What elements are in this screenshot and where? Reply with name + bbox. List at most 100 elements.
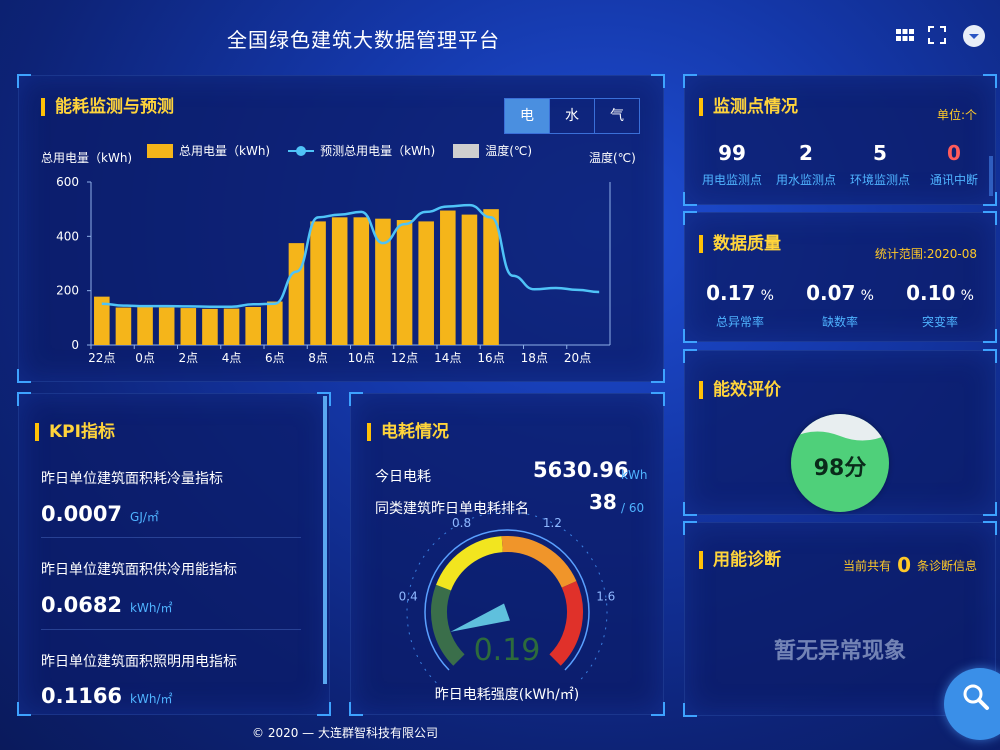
efficiency-panel: 能效评价 98分 — [683, 349, 997, 516]
bar — [158, 307, 175, 345]
quality-title: 数据质量 — [699, 235, 781, 253]
bar — [483, 209, 499, 345]
fullscreen-icon[interactable] — [928, 26, 950, 48]
gauge-needle — [450, 603, 510, 632]
stat-value: 99 — [718, 141, 746, 165]
scrollbar[interactable] — [989, 156, 993, 196]
bar — [245, 306, 261, 345]
search-fab-button[interactable] — [944, 668, 1000, 740]
diagnosis-empty-text: 暂无异常现象 — [773, 639, 906, 664]
top-bar: 全国绿色建筑大数据管理平台 — [0, 0, 1000, 74]
efficiency-score: 98分 — [813, 456, 867, 481]
stat-value-alert: 0 — [947, 141, 961, 165]
bar — [396, 220, 413, 345]
gauge-tick-label: 1.2 — [543, 516, 562, 530]
x-tick-label: 4点 — [222, 351, 242, 365]
bar — [331, 217, 348, 345]
kpi-title: KPI指标 — [35, 423, 115, 441]
monitor-stat: 5 环境监测点 — [843, 141, 917, 188]
x-tick-label: 22点 — [88, 351, 115, 365]
y-tick-label: 400 — [56, 229, 79, 243]
monitor-title: 监测点情况 — [699, 98, 798, 116]
y-tick-label: 0 — [71, 338, 79, 352]
power-panel: 电耗情况 今日电耗 5630.96 kWh 同类建筑昨日单电耗排名 38 / 6… — [349, 392, 665, 716]
stat-value: 5 — [873, 141, 887, 165]
bar — [353, 217, 370, 345]
x-tick-label: 16点 — [477, 351, 504, 365]
bar — [288, 243, 305, 345]
stat-value: 0.07 — [806, 281, 856, 305]
kpi-label: 昨日单位建筑面积供冷用能指标 — [41, 562, 237, 578]
grid-icon[interactable] — [895, 26, 917, 48]
kpi-label: 昨日单位建筑面积照明用电指标 — [41, 654, 237, 670]
monitor-stat: 2 用水监测点 — [769, 141, 843, 188]
stat-value: 2 — [799, 141, 813, 165]
quality-stats: 0.17 % 总异常率 0.07 % 缺数率 0.10 % 突变率 — [690, 281, 990, 330]
kpi-value: 0.0682 kWh/㎡ — [41, 593, 173, 617]
stat-label: 通讯中断 — [929, 173, 978, 187]
bar — [418, 221, 434, 345]
kpi-value: 0.0007 GJ/㎡ — [41, 502, 159, 526]
bar — [180, 308, 197, 345]
monitor-stat: 99 用电监测点 — [695, 141, 769, 188]
bar — [310, 221, 326, 345]
gauge-segment — [501, 536, 577, 588]
stat-value: 0.17 — [706, 281, 756, 305]
kpi-value: 0.1166 kWh/㎡ — [41, 684, 173, 708]
kpi-panel: KPI指标 昨日单位建筑面积耗冷量指标 0.0007 GJ/㎡ 昨日单位建筑面积供… — [17, 392, 331, 716]
app-title: 全国绿色建筑大数据管理平台 — [227, 28, 500, 52]
monitor-stat: 0 通讯中断 — [917, 141, 991, 188]
search-icon — [963, 684, 989, 710]
y-tick-label: 200 — [56, 284, 79, 298]
monitor-stats: 99 用电监测点 2 用水监测点 5 环境监测点 0 通讯中断 — [695, 141, 995, 188]
gauge-segment — [549, 581, 583, 666]
stat-label: 用电监测点 — [701, 173, 762, 187]
gauge-segment — [431, 584, 465, 666]
x-tick-label: 6点 — [265, 351, 285, 365]
diagnosis-title: 用能诊断 — [699, 551, 781, 569]
gauge-tick-label: 0.8 — [452, 516, 471, 530]
dropdown-icon[interactable] — [962, 24, 985, 47]
bar — [440, 210, 456, 345]
x-tick-label: 20点 — [564, 351, 591, 365]
diagnosis-summary: 当前共有 0 条诊断信息 — [843, 553, 977, 577]
stat-label: 缺数率 — [821, 315, 858, 329]
quality-stat: 0.07 % 缺数率 — [790, 281, 890, 330]
x-tick-label: 10点 — [348, 351, 375, 365]
diagnosis-count: 0 — [897, 553, 911, 577]
stat-label: 突变率 — [921, 315, 958, 329]
stat-label: 用水监测点 — [775, 173, 836, 187]
divider — [41, 629, 301, 630]
bar — [461, 214, 478, 345]
footer-copyright: © 2020 — 大连群智科技有限公司 — [252, 726, 438, 740]
stat-label: 总异常率 — [715, 315, 764, 329]
scrollbar[interactable] — [323, 396, 327, 684]
x-tick-label: 14点 — [434, 351, 461, 365]
efficiency-score-ball: 98分 — [791, 414, 889, 512]
bar — [202, 308, 218, 345]
gauge-tick-label: 0.4 — [399, 589, 418, 603]
stat-value: 0.10 — [906, 281, 956, 305]
bar — [137, 306, 153, 345]
x-tick-label: 8点 — [308, 351, 328, 365]
quality-stat: 0.10 % 突变率 — [890, 281, 990, 330]
quality-panel: 数据质量 统计范围:2020-08 0.17 % 总异常率 0.07 % 缺数率… — [683, 211, 997, 343]
gauge-label: 昨日电耗强度(kWh/㎡) — [434, 687, 580, 703]
stat-label: 环境监测点 — [849, 173, 910, 187]
bar — [267, 301, 283, 345]
monitor-unit: 单位:个 — [936, 108, 977, 122]
y-tick-label: 600 — [56, 175, 79, 189]
x-tick-label: 0点 — [135, 351, 155, 365]
bar — [223, 308, 240, 345]
x-tick-label: 12点 — [391, 351, 418, 365]
energy-chart: 0 200 400 600 22点 0点 2点 4点 6点 8点 10点 12点 14点 16点 18点 20… — [56, 175, 611, 365]
quality-range: 统计范围:2020-08 — [874, 247, 977, 261]
kpi-label: 昨日单位建筑面积耗冷量指标 — [41, 471, 223, 487]
efficiency-title: 能效评价 — [699, 381, 781, 399]
quality-stat: 0.17 % 总异常率 — [690, 281, 790, 330]
energy-panel: 能耗监测与预测 电 水 气 总用电量（kWh) 总用电量（kWh) 预测总用电量… — [17, 74, 665, 383]
gauge-tick-label: 1.6 — [596, 589, 615, 603]
monitor-panel: 监测点情况 单位:个 99 用电监测点 2 用水监测点 5 环境监测点 0 通讯… — [683, 74, 997, 206]
forecast-line — [101, 203, 600, 308]
x-tick-label: 2点 — [178, 351, 198, 365]
